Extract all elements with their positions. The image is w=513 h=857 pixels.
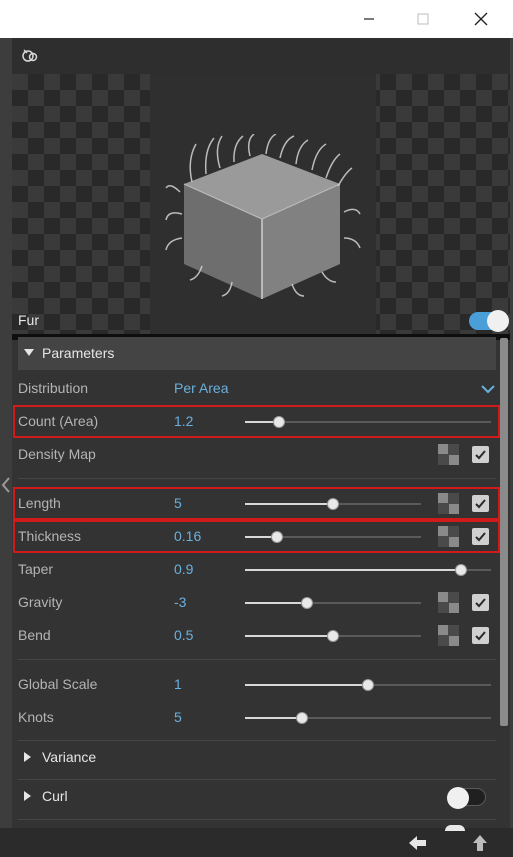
maximize-icon: [417, 13, 429, 25]
divider: [18, 819, 496, 820]
minimize-button[interactable]: [346, 0, 392, 38]
left-collapse-strip[interactable]: [0, 38, 12, 857]
slider-knob[interactable]: [455, 564, 467, 576]
curl-label: Curl: [42, 788, 68, 804]
gravity-checkbox[interactable]: [472, 594, 489, 611]
preview-toolbar: [12, 38, 510, 74]
gravity-row: Gravity -3: [12, 586, 510, 619]
fur-row: Fur: [12, 304, 510, 337]
knots-value[interactable]: 5: [174, 701, 182, 734]
fur-toggle[interactable]: [469, 310, 509, 332]
distribution-select[interactable]: Per Area: [174, 372, 228, 405]
caret-right-icon: [24, 752, 31, 762]
divider: [18, 478, 496, 479]
slider-knob[interactable]: [296, 712, 308, 724]
partial-toggle-knob: [445, 825, 465, 831]
global-scale-value[interactable]: 1: [174, 668, 182, 701]
density-map-checkbox[interactable]: [472, 446, 489, 463]
bend-checkbox[interactable]: [472, 627, 489, 644]
curl-section-header[interactable]: Curl: [18, 780, 496, 813]
length-highlight: [13, 487, 500, 520]
curl-toggle[interactable]: [447, 787, 486, 809]
global-scale-slider[interactable]: [245, 679, 491, 691]
fur-cube-preview: [165, 134, 361, 299]
slider-knob[interactable]: [301, 597, 313, 609]
gravity-slider[interactable]: [245, 597, 421, 609]
global-scale-label: Global Scale: [18, 676, 98, 692]
gravity-label: Gravity: [18, 594, 63, 610]
chevron-down-icon[interactable]: [481, 385, 495, 394]
distribution-label: Distribution: [18, 380, 89, 396]
density-map-label: Density Map: [18, 446, 96, 462]
density-map-row: Density Map: [12, 438, 510, 471]
caret-right-icon: [24, 791, 31, 801]
global-scale-row: Global Scale 1: [12, 668, 510, 701]
bend-slider[interactable]: [245, 630, 421, 642]
material-preview: [12, 74, 510, 334]
arrow-left-icon[interactable]: [409, 836, 427, 850]
chevron-left-icon: [1, 477, 10, 493]
knots-slider[interactable]: [245, 712, 491, 724]
texture-map-icon[interactable]: [438, 625, 459, 646]
knots-label: Knots: [18, 709, 54, 725]
scene-preview-icon[interactable]: [21, 48, 39, 64]
bend-label: Bend: [18, 627, 51, 643]
caret-down-icon: [24, 349, 34, 356]
parameters-label: Parameters: [42, 345, 115, 361]
slider-fill: [245, 635, 333, 637]
taper-row: Taper 0.9: [12, 553, 510, 586]
fur-label: Fur: [18, 312, 39, 328]
close-button[interactable]: [458, 0, 504, 38]
taper-value[interactable]: 0.9: [174, 553, 193, 586]
bend-value[interactable]: 0.5: [174, 619, 193, 652]
toggle-knob: [487, 310, 509, 332]
variance-label: Variance: [42, 749, 97, 765]
parameters-section-header[interactable]: Parameters: [18, 337, 496, 370]
knots-row: Knots 5: [12, 701, 510, 734]
texture-map-icon[interactable]: [438, 444, 459, 465]
slider-knob[interactable]: [327, 630, 339, 642]
title-bar: [0, 0, 513, 38]
toggle-knob: [447, 787, 469, 809]
bend-row: Bend 0.5: [12, 619, 510, 652]
taper-label: Taper: [18, 561, 54, 577]
arrow-up-icon[interactable]: [473, 835, 487, 851]
gravity-value[interactable]: -3: [174, 586, 186, 619]
bottom-nav-bar: [0, 825, 513, 857]
count-area-highlight: [13, 405, 500, 438]
texture-map-icon[interactable]: [438, 592, 459, 613]
slider-fill: [245, 717, 302, 719]
slider-knob[interactable]: [362, 679, 374, 691]
variance-section-header[interactable]: Variance: [18, 741, 496, 774]
slider-fill: [245, 602, 307, 604]
maximize-button[interactable]: [400, 0, 446, 38]
thickness-highlight: [13, 520, 500, 553]
minimize-icon: [364, 18, 374, 20]
distribution-row: Distribution Per Area: [12, 372, 510, 405]
taper-slider[interactable]: [245, 564, 491, 576]
slider-fill: [245, 569, 461, 571]
slider-fill: [245, 684, 368, 686]
fur-properties-panel: Fur Parameters Distribution Per Area Cou…: [12, 38, 510, 828]
panel-scrollbar[interactable]: [500, 338, 508, 726]
divider: [18, 659, 496, 660]
close-icon: [474, 12, 488, 26]
